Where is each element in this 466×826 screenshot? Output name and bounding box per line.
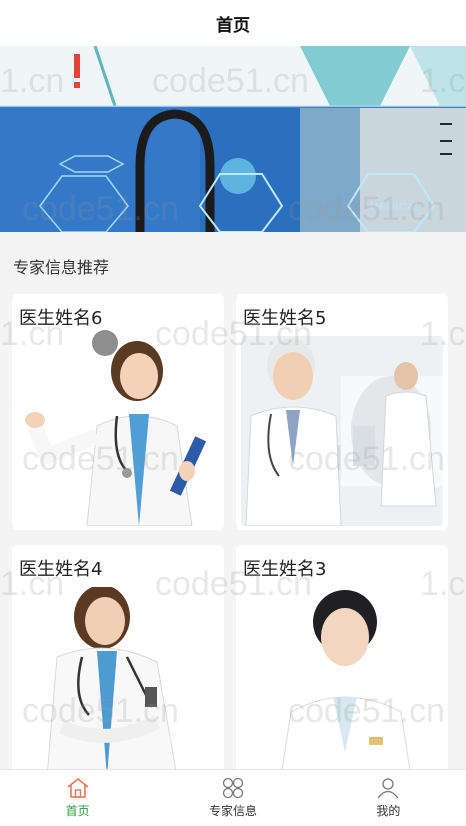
doctor-name: 医生姓名3: [243, 559, 327, 580]
doctor-photo: [241, 587, 443, 777]
tab-mine[interactable]: 我的: [311, 770, 466, 826]
doctor-card[interactable]: 医生姓名5: [236, 294, 448, 530]
bottom-tab-bar: 首页 专家信息 我的: [0, 769, 466, 826]
doctor-card[interactable]: 医生姓名3: [236, 545, 448, 785]
tab-experts[interactable]: 专家信息: [155, 770, 310, 826]
home-icon: [67, 777, 89, 798]
doctor-photo: [17, 336, 219, 526]
doctor-photo: [17, 587, 219, 777]
section-title: 专家信息推荐: [13, 258, 110, 277]
tab-label: 我的: [376, 804, 401, 818]
doctor-photo: [241, 336, 443, 526]
doctor-card[interactable]: 医生姓名4: [12, 545, 224, 785]
section-header: 专家信息推荐: [0, 244, 466, 288]
tab-label: 首页: [65, 804, 90, 818]
doctor-card[interactable]: 医生姓名6: [12, 294, 224, 530]
grid-icon: [222, 777, 244, 799]
page-title: 首页: [216, 15, 250, 36]
tab-label: 专家信息: [208, 804, 257, 818]
top-nav-bar: 首页: [0, 0, 466, 46]
doctor-name: 医生姓名5: [243, 308, 327, 329]
doctor-name: 医生姓名6: [19, 308, 103, 329]
floating-dot-indicator: [92, 330, 118, 356]
tab-home[interactable]: 首页: [0, 770, 155, 826]
user-icon: [377, 778, 399, 799]
banner-overlay-text: MEDICAL: [370, 202, 422, 213]
banner-carousel[interactable]: MEDICAL: [0, 46, 466, 232]
doctor-name: 医生姓名4: [19, 559, 103, 580]
